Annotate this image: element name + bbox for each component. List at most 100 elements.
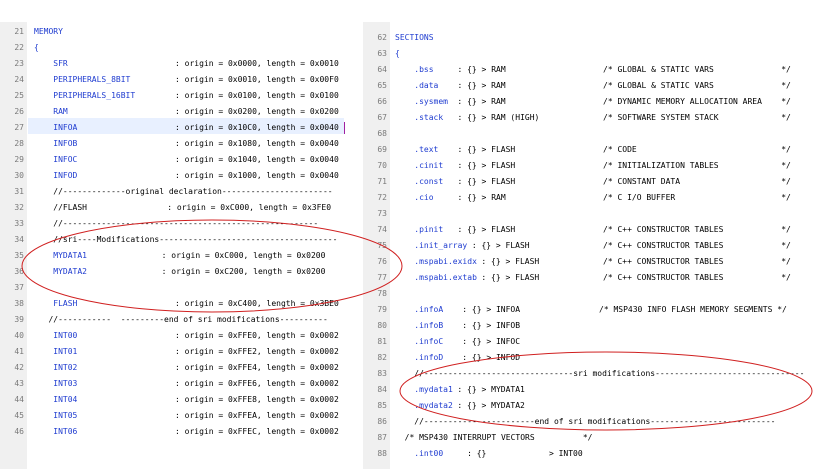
code-line[interactable]: 73: [363, 206, 813, 222]
line-number: 62: [377, 33, 387, 42]
line-number: 69: [377, 145, 387, 154]
code-line[interactable]: 64 .bss : {} > RAM /* GLOBAL & STATIC VAR…: [363, 62, 813, 78]
code-line[interactable]: 79 .infoA : {} > INFOA /* MSP430 INFO FLA…: [363, 302, 813, 318]
code-identifier: //-------------original declaration-----…: [34, 187, 333, 196]
code-value: : origin = 0x0200, length = 0x0200: [175, 107, 339, 116]
code-line[interactable]: 82 .infoD : {} > INFOD: [363, 350, 813, 366]
line-number: 37: [14, 283, 24, 292]
code-line[interactable]: 43 INT03: origin = 0xFFE6, length = 0x00…: [0, 376, 356, 392]
code-identifier: .init_array: [395, 241, 468, 250]
code-line[interactable]: 84 .mydata1 : {} > MYDATA1: [363, 382, 813, 398]
code-line[interactable]: 28 INFOB: origin = 0x1080, length = 0x00…: [0, 136, 356, 152]
code-identifier: INT04: [34, 395, 78, 404]
code-value: : origin = 0xFFEA, length = 0x0002: [175, 411, 339, 420]
right-editor-pane[interactable]: 62 SECTIONS 63 {64 .bss : {} > RAM /* GLOBAL…: [363, 22, 815, 469]
code-identifier: INFOB: [34, 139, 78, 148]
line-number: 30: [14, 171, 24, 180]
code-line[interactable]: 70 .cinit : {} > FLASH /* INITIALIZATION …: [363, 158, 813, 174]
code-value: : origin = 0xC400, length = 0x3BE0: [175, 299, 339, 308]
line-number: 73: [377, 209, 387, 218]
line-number: 66: [377, 97, 387, 106]
code-identifier: .pinit: [395, 225, 444, 234]
code-identifier: INT03: [34, 379, 78, 388]
line-number: 76: [377, 257, 387, 266]
code-line[interactable]: 68: [363, 126, 813, 142]
line-number: 34: [14, 235, 24, 244]
code-line[interactable]: 74 .pinit : {} > FLASH /* C++ CONSTRUCTOR…: [363, 222, 813, 238]
line-number: 24: [14, 75, 24, 84]
code-line[interactable]: 37: [0, 280, 356, 296]
code-line[interactable]: 24 PERIPHERALS_8BIT: origin = 0x0010, le…: [0, 72, 356, 88]
line-number: 68: [377, 129, 387, 138]
code-comment: /* C++ CONSTRUCTOR TABLES */: [603, 241, 791, 250]
code-line[interactable]: 22 {: [0, 40, 356, 56]
code-mapping: : {} > FLASH: [443, 177, 516, 186]
code-mapping: : {} > MYDATA2: [452, 401, 525, 410]
line-number: 28: [14, 139, 24, 148]
code-mapping: : {} > INFOC: [443, 337, 521, 346]
code-line[interactable]: 38 FLASH: origin = 0xC400, length = 0x3B…: [0, 296, 356, 312]
code-line[interactable]: 83 //-------------------------------sri …: [363, 366, 813, 382]
code-line[interactable]: 27 INFOA: origin = 0x10C0, length = 0x00…: [0, 120, 356, 136]
code-mapping: : {} > MYDATA1: [452, 385, 525, 394]
code-line[interactable]: 63 {: [363, 46, 813, 62]
left-editor-pane[interactable]: 21 MEMORY 22 {23 SFR: origin = 0x0000, leng…: [0, 22, 358, 469]
code-line[interactable]: 76 .mspabi.exidx : {} > FLASH /* C++ CONS…: [363, 254, 813, 270]
code-line[interactable]: 46 INT06: origin = 0xFFEC, length = 0x00…: [0, 424, 356, 440]
code-line[interactable]: 36 MYDATA2 : origin = 0xC200, length = 0…: [0, 264, 356, 280]
code-line[interactable]: 62 SECTIONS: [363, 30, 813, 46]
code-identifier: .infoB: [395, 321, 444, 330]
code-line[interactable]: 35 MYDATA1 : origin = 0xC000, length = 0…: [0, 248, 356, 264]
code-line[interactable]: 75 .init_array : {} > FLASH /* C++ CONSTR…: [363, 238, 813, 254]
code-line[interactable]: 81 .infoC : {} > INFOC: [363, 334, 813, 350]
code-line[interactable]: 69 .text : {} > FLASH /* CODE */: [363, 142, 813, 158]
code-line[interactable]: 30 INFOD: origin = 0x1000, length = 0x00…: [0, 168, 356, 184]
code-line[interactable]: 31 //-------------original declaration--…: [0, 184, 356, 200]
code-line[interactable]: 33 //-----------------------------------…: [0, 216, 356, 232]
code-line[interactable]: 77 .mspabi.extab : {} > FLASH /* C++ CONS…: [363, 270, 813, 286]
line-number: 29: [14, 155, 24, 164]
code-line[interactable]: 29 INFOC: origin = 0x1040, length = 0x00…: [0, 152, 356, 168]
code-line[interactable]: 40 INT00: origin = 0xFFE0, length = 0x00…: [0, 328, 356, 344]
line-number: 64: [377, 65, 387, 74]
code-mapping: : {} > FLASH: [443, 225, 516, 234]
code-line[interactable]: 72 .cio : {} > RAM /* C I/O BUFFER */: [363, 190, 813, 206]
code-identifier: FLASH: [34, 299, 78, 308]
code-identifier: .infoC: [395, 337, 444, 346]
line-number: 65: [377, 81, 387, 90]
code-value: : origin = 0x1040, length = 0x0040: [175, 155, 339, 164]
code-identifier: .mydata2: [395, 401, 453, 410]
line-number: 75: [377, 241, 387, 250]
code-mapping: : {} > RAM: [433, 193, 506, 202]
code-line[interactable]: 42 INT02: origin = 0xFFE4, length = 0x00…: [0, 360, 356, 376]
code-line[interactable]: 71 .const : {} > FLASH /* CONSTANT DATA *…: [363, 174, 813, 190]
code-line[interactable]: 66 .sysmem : {} > RAM /* DYNAMIC MEMORY A…: [363, 94, 813, 110]
code-line[interactable]: 78: [363, 286, 813, 302]
code-identifier: PERIPHERALS_8BIT: [34, 75, 131, 84]
code-line[interactable]: 26 RAM: origin = 0x0200, length = 0x0200: [0, 104, 356, 120]
code-line[interactable]: 88 .int00 : {} > INT00: [363, 446, 813, 462]
line-number: 71: [377, 177, 387, 186]
code-line[interactable]: 32 //FLASH : origin = 0xC000, length = 0…: [0, 200, 356, 216]
code-line[interactable]: 34 //sri----Modifications---------------…: [0, 232, 356, 248]
code-line[interactable]: 80 .infoB : {} > INFOB: [363, 318, 813, 334]
line-number: 79: [377, 305, 387, 314]
line-number: 43: [14, 379, 24, 388]
code-line[interactable]: 23 SFR: origin = 0x0000, length = 0x0010: [0, 56, 356, 72]
code-identifier: MEMORY: [34, 27, 63, 36]
code-line[interactable]: 65 .data : {} > RAM /* GLOBAL & STATIC VA…: [363, 78, 813, 94]
code-line[interactable]: 85 .mydata2 : {} > MYDATA2: [363, 398, 813, 414]
code-line[interactable]: 87 /* MSP430 INTERRUPT VECTORS */: [363, 430, 813, 446]
code-line[interactable]: 45 INT05: origin = 0xFFEA, length = 0x00…: [0, 408, 356, 424]
code-comment: /* C++ CONSTRUCTOR TABLES */: [603, 257, 791, 266]
code-identifier: INT01: [34, 347, 78, 356]
code-line[interactable]: 21 MEMORY: [0, 24, 356, 40]
code-line[interactable]: 86 //-----------------------end of sri m…: [363, 414, 813, 430]
code-line[interactable]: 67 .stack : {} > RAM (HIGH) /* SOFTWARE S…: [363, 110, 813, 126]
line-number: 33: [14, 219, 24, 228]
code-line[interactable]: 39 //----------- ---------end of sri mod…: [0, 312, 356, 328]
code-line[interactable]: 44 INT04: origin = 0xFFE8, length = 0x00…: [0, 392, 356, 408]
code-line[interactable]: 25 PERIPHERALS_16BIT: origin = 0x0100, l…: [0, 88, 356, 104]
code-line[interactable]: 41 INT01: origin = 0xFFE2, length = 0x00…: [0, 344, 356, 360]
code-identifier: //--------------------------------------…: [34, 219, 319, 228]
